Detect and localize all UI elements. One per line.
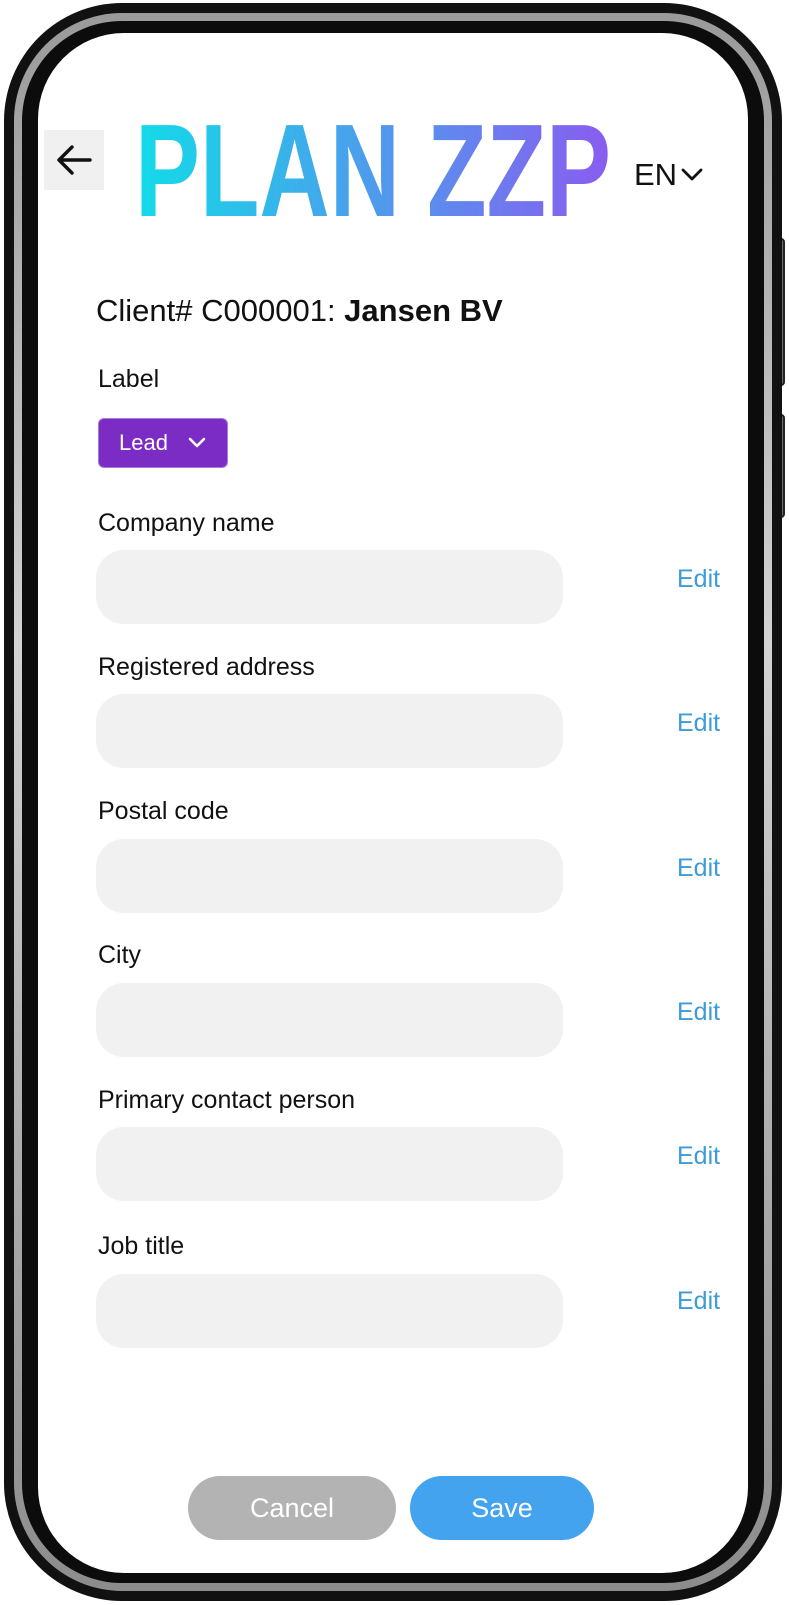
field-label-primary-contact: Primary contact person (98, 1086, 356, 1114)
label-selected-value: Lead (119, 430, 168, 455)
cancel-button[interactable]: Cancel (188, 1476, 396, 1540)
chevron-down-icon (681, 168, 703, 181)
back-button[interactable] (44, 130, 104, 190)
language-code: EN (634, 157, 678, 192)
job-title-input[interactable] (96, 1274, 563, 1348)
edit-primary-contact-link[interactable]: Edit (677, 1142, 720, 1171)
edit-postal-code-link[interactable]: Edit (677, 854, 720, 883)
device-stage: PLAN ZZP EN Client# C000001: Jansen BV L… (0, 0, 789, 1605)
app-logo: PLAN ZZP (135, 115, 611, 227)
logo-text: PLAN ZZP (135, 115, 611, 227)
chevron-down-icon (188, 437, 206, 448)
phone-frame: PLAN ZZP EN Client# C000001: Jansen BV L… (4, 3, 782, 1601)
client-name: Jansen BV (344, 293, 503, 328)
edit-city-link[interactable]: Edit (677, 998, 720, 1027)
edit-job-title-link[interactable]: Edit (677, 1287, 720, 1316)
arrow-left-icon (57, 145, 92, 175)
save-button[interactable]: Save (410, 1476, 594, 1540)
registered-address-input[interactable] (96, 694, 563, 768)
language-selector[interactable]: EN (634, 155, 703, 195)
phone-screen: PLAN ZZP EN Client# C000001: Jansen BV L… (38, 33, 748, 1573)
city-input[interactable] (96, 983, 563, 1057)
field-label-city: City (98, 941, 142, 969)
edit-company-name-link[interactable]: Edit (677, 565, 720, 594)
field-label-postal-code: Postal code (98, 797, 229, 825)
primary-contact-input[interactable] (96, 1127, 563, 1201)
edit-registered-address-link[interactable]: Edit (677, 709, 720, 738)
label-section-title: Label (98, 365, 160, 393)
field-label-company-name: Company name (98, 509, 275, 537)
field-label-job-title: Job title (98, 1232, 185, 1260)
company-name-input[interactable] (96, 550, 563, 624)
field-label-registered-address: Registered address (98, 653, 315, 681)
client-heading: Client# C000001: Jansen BV (96, 293, 503, 329)
postal-code-input[interactable] (96, 839, 563, 913)
client-number: Client# C000001: (96, 293, 345, 328)
label-dropdown[interactable]: Lead (98, 418, 228, 468)
